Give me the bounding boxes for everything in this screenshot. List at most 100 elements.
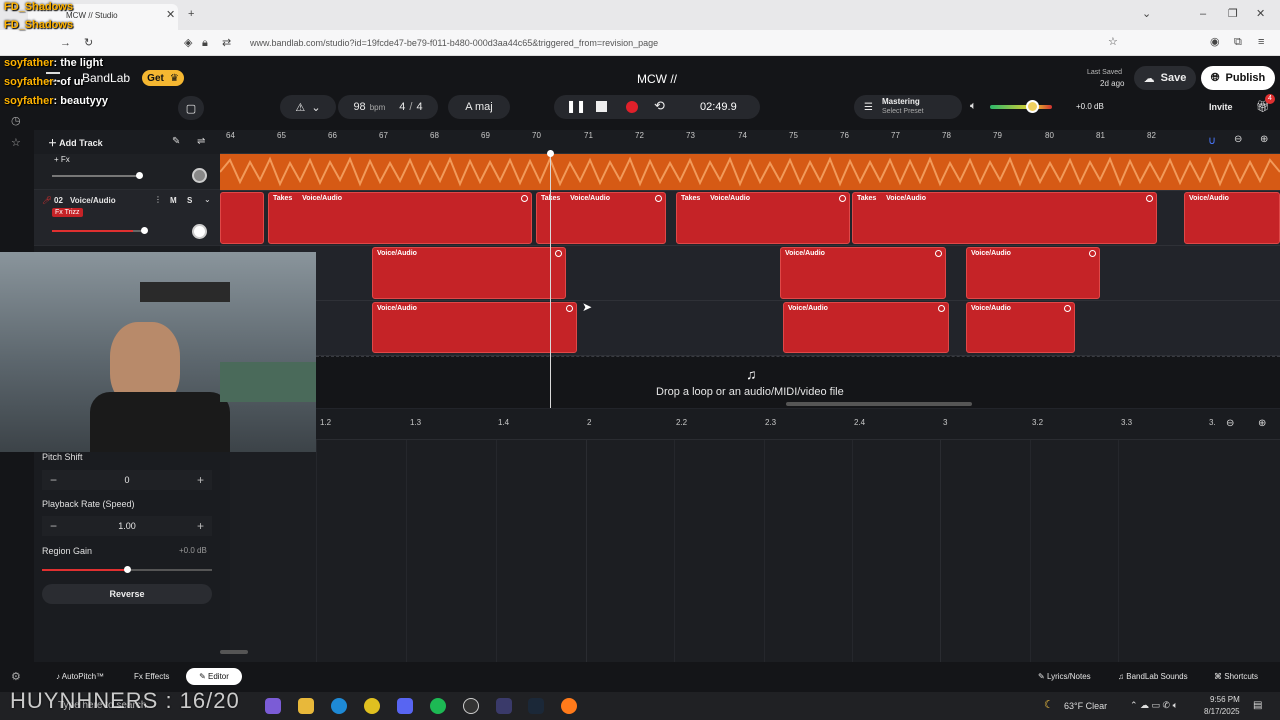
solo-button[interactable]: S <box>187 196 192 205</box>
close-tab-icon[interactable]: ✕ <box>166 10 175 21</box>
window-close-icon[interactable]: ✕ <box>1256 9 1265 20</box>
editor-ruler[interactable]: 1.2 1.3 1.4 2 2.2 2.3 2.4 3 3.2 3.3 3. ⊖… <box>316 410 1280 440</box>
expand-track-icon[interactable]: ⌄ <box>204 195 211 204</box>
loop-icon[interactable] <box>935 250 942 257</box>
increment-icon[interactable]: + <box>197 519 204 533</box>
audio-region[interactable]: Voice/Audio <box>372 302 577 353</box>
add-track-button[interactable]: ＋ Add Track <box>48 136 103 149</box>
loop-icon[interactable] <box>938 305 945 312</box>
drop-zone[interactable] <box>316 356 1280 408</box>
discord-icon[interactable] <box>397 698 413 714</box>
stop-button[interactable] <box>596 101 607 112</box>
settings-icon[interactable]: ⚙ <box>11 672 21 683</box>
invite-button[interactable]: Invite <box>1209 102 1233 112</box>
record-button[interactable] <box>626 101 638 113</box>
loop-icon[interactable] <box>1089 250 1096 257</box>
audio-region[interactable]: Voice/Audio <box>783 302 949 353</box>
master-volume-knob[interactable] <box>1026 100 1039 113</box>
effects-tab[interactable]: Fx Effects <box>134 672 169 681</box>
track-pan-knob[interactable] <box>192 224 207 239</box>
takes-region[interactable]: Takes Voice/Audio <box>268 192 532 244</box>
bandlab-logo[interactable]: BandLab <box>82 71 130 85</box>
bookmark-star-icon[interactable]: ☆ <box>1108 37 1118 48</box>
editor-zoom-out-icon[interactable]: ⊖ <box>1226 418 1234 429</box>
track-volume-handle[interactable] <box>141 227 148 234</box>
takes-region[interactable]: Takes Voice/Audio <box>676 192 850 244</box>
spotify-icon[interactable] <box>430 698 446 714</box>
chrome-icon[interactable] <box>364 698 380 714</box>
time-sig-num[interactable]: 4 <box>399 101 405 113</box>
extensions-icon[interactable]: ⧉ <box>1234 37 1242 48</box>
project-title[interactable]: MCW // <box>637 72 677 86</box>
audio-region[interactable]: Voice/Audio <box>780 247 946 299</box>
editor-zoom-in-icon[interactable]: ⊕ <box>1258 418 1266 429</box>
account-icon[interactable]: ◉ <box>1210 37 1220 48</box>
shield-icon[interactable]: ◈ <box>184 38 192 49</box>
favorite-icon[interactable]: ☆ <box>11 138 21 149</box>
speaker-icon[interactable]: 🔈︎ <box>970 100 977 113</box>
history-icon[interactable]: ◷ <box>11 116 21 127</box>
loop-icon[interactable] <box>1064 305 1071 312</box>
autopitch-tab[interactable]: ♪ AutoPitch™ <box>56 672 104 681</box>
edit-tool-icon[interactable]: ✎ <box>172 136 180 147</box>
time-sig-den[interactable]: 4 <box>416 101 422 113</box>
pitch-shift-stepper[interactable]: − 0 + <box>42 470 212 490</box>
get-membership-button[interactable]: Get ♛ <box>142 70 184 86</box>
file-explorer-icon[interactable] <box>298 698 314 714</box>
permissions-icon[interactable]: ⇄ <box>222 38 231 49</box>
audio-region[interactable] <box>220 192 264 244</box>
fx-chip[interactable]: Fx Trizz <box>52 208 83 217</box>
zoom-in-icon[interactable]: ⊕ <box>1260 134 1268 145</box>
loop-icon[interactable] <box>566 305 573 312</box>
weather-text[interactable]: 63°F Clear <box>1064 701 1107 711</box>
region-gain-handle[interactable] <box>124 566 131 573</box>
view-toggle-icon[interactable]: ▢ <box>178 96 204 120</box>
timeline-ruler[interactable]: 64 65 66 67 68 69 70 71 72 73 74 75 76 7… <box>220 130 1280 154</box>
increment-icon[interactable]: + <box>197 473 204 487</box>
snap-magnet-icon[interactable]: ∪ <box>1208 134 1216 147</box>
minimize-icon[interactable]: – <box>1200 9 1206 20</box>
horizontal-scrollbar[interactable] <box>786 402 972 406</box>
loop-icon[interactable] <box>839 195 846 202</box>
copilot-icon[interactable] <box>265 698 281 714</box>
volume-slider[interactable] <box>52 175 138 177</box>
track-options-icon[interactable]: ⋮ <box>154 195 162 204</box>
key-selector[interactable]: A maj <box>448 95 510 119</box>
track-volume-slider[interactable] <box>52 230 142 232</box>
bandlab-sounds-button[interactable]: ♫ BandLab Sounds <box>1118 672 1188 681</box>
forward-icon[interactable]: → <box>60 38 71 49</box>
loop-icon[interactable] <box>555 250 562 257</box>
save-button[interactable]: ☁ Save <box>1134 66 1196 90</box>
mixer-icon[interactable]: ⇌ <box>197 136 205 147</box>
publish-button[interactable]: 🌐︎ Publish <box>1201 66 1275 90</box>
record-arm-icon[interactable]: 🎤︎ <box>42 196 52 205</box>
editor-waveform-area[interactable] <box>220 440 1280 662</box>
pan-knob[interactable] <box>192 168 207 183</box>
audio-region[interactable]: Voice/Audio <box>1184 192 1280 244</box>
menu-icon[interactable]: ≡ <box>1258 37 1264 48</box>
add-fx-button[interactable]: + Fx <box>54 155 70 164</box>
playback-rate-stepper[interactable]: − 1.00 + <box>42 516 212 536</box>
obs-icon[interactable] <box>463 698 479 714</box>
pause-button[interactable]: ❚❚ <box>566 99 586 113</box>
address-bar[interactable]: www.bandlab.com/studio?id=19fcde47-be79-… <box>250 38 658 48</box>
steam-icon[interactable] <box>528 698 544 714</box>
audio-region[interactable]: Voice/Audio <box>966 247 1100 299</box>
metronome-button[interactable]: ⚠︎ ⌄ <box>280 95 336 119</box>
reverse-button[interactable]: Reverse <box>42 584 212 604</box>
bpm-value[interactable]: 98 <box>353 101 365 113</box>
mute-button[interactable]: M <box>170 196 177 205</box>
notification-center-icon[interactable]: ▤ <box>1253 700 1262 711</box>
loop-button[interactable]: ⟲ <box>654 98 665 114</box>
audio-region[interactable]: Voice/Audio <box>966 302 1075 353</box>
volume-slider-handle[interactable] <box>136 172 143 179</box>
playhead-handle[interactable] <box>547 150 554 157</box>
lyrics-notes-button[interactable]: ✎ Lyrics/Notes <box>1038 672 1091 681</box>
takes-region[interactable]: Takes Voice/Audio <box>536 192 666 244</box>
lock-icon[interactable]: 🔒︎ <box>202 38 208 49</box>
tab-list-icon[interactable]: ⌄ <box>1142 9 1151 20</box>
loop-icon[interactable] <box>521 195 528 202</box>
edge-icon[interactable] <box>331 698 347 714</box>
audio-region[interactable]: Voice/Audio <box>372 247 566 299</box>
track-name[interactable]: Voice/Audio <box>70 196 116 205</box>
